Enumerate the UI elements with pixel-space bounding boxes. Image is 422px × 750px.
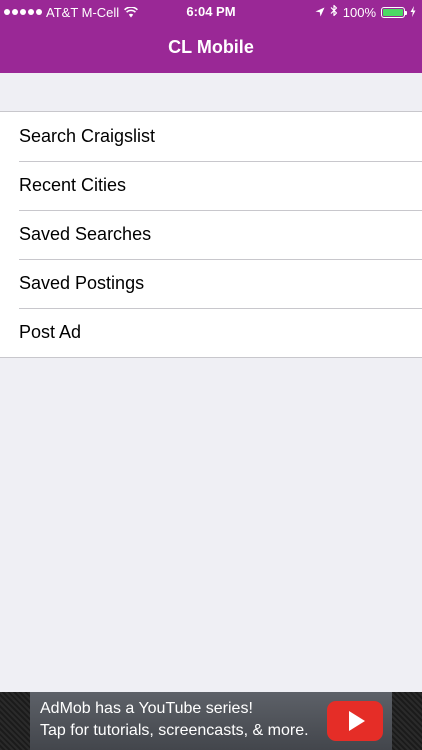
ad-subtext: Tap for tutorials, screencasts, & more. [40, 722, 309, 739]
menu-item-search-craigslist[interactable]: Search Craigslist [0, 112, 422, 161]
ad-headline: AdMob has a YouTube series! [40, 700, 253, 717]
battery-percent: 100% [342, 4, 376, 20]
battery-icon [381, 6, 407, 18]
app-header: AT&T M-Cell 6:04 PM 100% CL Mobile [0, 0, 422, 73]
ad-content[interactable]: AdMob has a YouTube series! Tap for tuto… [30, 692, 392, 750]
menu-item-recent-cities[interactable]: Recent Cities [0, 161, 422, 210]
menu-item-post-ad[interactable]: Post Ad [0, 308, 422, 357]
menu-item-saved-postings[interactable]: Saved Postings [0, 259, 422, 308]
ad-banner[interactable]: AdMob has a YouTube series! Tap for tuto… [0, 692, 422, 750]
status-bar: AT&T M-Cell 6:04 PM 100% [0, 0, 422, 24]
battery-fill [383, 8, 403, 16]
bluetooth-icon [330, 4, 338, 20]
youtube-play-icon[interactable] [327, 701, 383, 741]
status-right: 100% [315, 4, 416, 20]
main-menu: Search Craigslist Recent Cities Saved Se… [0, 111, 422, 358]
location-arrow-icon [315, 5, 325, 20]
charging-bolt-icon [410, 5, 416, 20]
page-title: CL Mobile [168, 37, 254, 57]
menu-item-saved-searches[interactable]: Saved Searches [0, 210, 422, 259]
